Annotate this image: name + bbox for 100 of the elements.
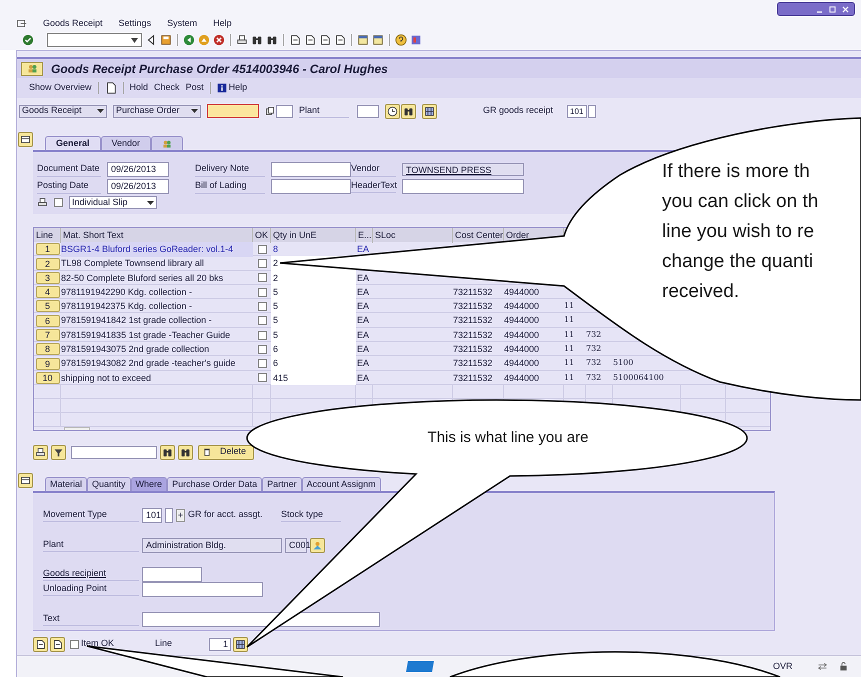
slip-checkbox[interactable] — [54, 198, 63, 207]
ok-checkbox[interactable] — [258, 273, 266, 282]
menu-item[interactable]: System — [167, 16, 198, 30]
column-header[interactable]: OK — [255, 230, 268, 240]
toolbar-button[interactable]: Check — [154, 81, 180, 95]
ok-checkbox[interactable] — [258, 344, 266, 354]
lock-icon[interactable] — [838, 661, 849, 672]
movement-type-field[interactable]: 101 — [142, 508, 162, 522]
quantity-value[interactable]: 5 — [273, 315, 278, 326]
window-icon[interactable] — [372, 34, 384, 46]
print-icon[interactable] — [236, 34, 248, 46]
reference-dropdown[interactable]: Purchase Order — [113, 104, 201, 118]
detail-tab[interactable]: Account Assignm — [302, 477, 381, 491]
line-button[interactable]: 9 — [36, 358, 60, 370]
quantity-value[interactable]: 2 — [273, 272, 278, 283]
dropdown-arrow-icon[interactable] — [131, 38, 138, 42]
delivery-note-field[interactable] — [271, 162, 351, 177]
new-document-icon[interactable] — [104, 82, 117, 94]
arrows-icon[interactable] — [816, 661, 828, 672]
plant-name-field[interactable]: Administration Bldg. — [142, 538, 282, 552]
detail-tab[interactable]: Where — [130, 477, 168, 491]
date-field[interactable]: 09/26/2013 — [107, 162, 169, 177]
ok-checkbox[interactable] — [258, 288, 266, 297]
movement-type-field[interactable]: 101 — [567, 104, 588, 118]
ok-checkbox[interactable] — [258, 330, 266, 340]
column-header[interactable]: Cost Center — [455, 230, 504, 240]
copy-icon[interactable] — [265, 106, 275, 116]
page-icon[interactable] — [319, 34, 331, 46]
header-tab[interactable]: General — [45, 136, 101, 150]
transaction-dropdown[interactable]: Goods Receipt — [19, 104, 107, 118]
quantity-value[interactable]: 5 — [273, 330, 278, 340]
quantity-value[interactable]: 6 — [273, 344, 278, 354]
goods-recipient-field[interactable] — [142, 566, 202, 582]
quantity-value[interactable]: 8 — [273, 244, 278, 254]
window-icon[interactable] — [357, 34, 369, 46]
delete-button[interactable]: Delete — [198, 444, 254, 460]
ok-checkbox[interactable] — [258, 302, 266, 311]
toolbar-button[interactable]: Show Overview — [29, 81, 92, 95]
line-button[interactable]: 1 — [36, 243, 60, 256]
maximize-icon[interactable] — [828, 4, 837, 14]
line-button[interactable]: 5 — [36, 300, 60, 312]
column-header[interactable]: Line — [36, 230, 54, 240]
toolbar-button[interactable]: Help — [216, 81, 248, 95]
binoculars-icon[interactable] — [251, 34, 263, 46]
dropdown-arrow-icon[interactable] — [191, 109, 198, 113]
layout-icon[interactable] — [410, 34, 422, 46]
line-button[interactable]: 7 — [36, 329, 60, 342]
plant-field[interactable] — [357, 104, 379, 118]
binoculars-icon[interactable] — [266, 34, 278, 46]
ok-checkbox[interactable] — [258, 259, 266, 268]
line-button[interactable]: 3 — [36, 272, 60, 284]
detail-tab[interactable]: Partner — [262, 477, 302, 491]
system-menu-button[interactable] — [21, 62, 43, 76]
dropdown-arrow-icon[interactable] — [147, 200, 154, 204]
column-header[interactable]: Mat. Short Text — [63, 230, 124, 240]
menu-item[interactable]: Goods Receipt — [43, 16, 103, 30]
quantity-value[interactable]: 5 — [273, 286, 278, 297]
back-triangle-icon[interactable] — [145, 34, 157, 46]
item-ok-checkbox[interactable] — [70, 640, 79, 648]
quantity-value[interactable]: 415 — [273, 372, 288, 383]
line-button[interactable]: 6 — [36, 314, 60, 327]
menu-icon[interactable] — [16, 18, 27, 29]
slip-type-dropdown[interactable]: Individual Slip — [69, 196, 157, 209]
detail-tab[interactable]: Material — [45, 477, 88, 491]
column-header[interactable]: SLoc — [375, 230, 396, 240]
ok-checkbox[interactable] — [258, 316, 266, 326]
line-button[interactable]: 4 — [36, 286, 60, 298]
column-header[interactable]: Qty in UnE — [273, 230, 317, 240]
movement-extra-field[interactable] — [588, 104, 596, 118]
window-controls[interactable] — [777, 2, 855, 16]
toolbar-button[interactable]: Post — [186, 81, 204, 95]
vendor-field[interactable]: TOWNSEND PRESS — [402, 162, 524, 176]
unloading-point-field[interactable] — [142, 582, 263, 596]
page-icon[interactable] — [304, 34, 316, 46]
text-field[interactable] — [142, 612, 380, 626]
quantity-value[interactable]: 2 — [273, 258, 278, 268]
trash-icon[interactable] — [202, 447, 212, 457]
item-field[interactable] — [276, 104, 293, 118]
quantity-value[interactable]: 6 — [273, 358, 278, 368]
toolbar-button[interactable]: Hold — [130, 81, 148, 95]
header-tab[interactable] — [151, 136, 184, 150]
command-field[interactable] — [47, 33, 142, 47]
header-text-field[interactable] — [402, 178, 524, 194]
document-number-field[interactable] — [207, 104, 259, 118]
header-tab[interactable]: Vendor — [100, 136, 152, 150]
line-button[interactable]: 8 — [36, 343, 60, 356]
save-icon[interactable] — [160, 34, 172, 46]
menu-item[interactable]: Settings — [118, 16, 152, 30]
dropdown-arrow-icon[interactable] — [97, 109, 104, 113]
help-icon[interactable] — [395, 34, 407, 46]
info-icon[interactable] — [216, 83, 227, 93]
date-field[interactable]: 09/26/2013 — [107, 179, 169, 194]
column-header[interactable]: E... — [358, 230, 372, 240]
line-button[interactable]: 2 — [36, 258, 60, 270]
plus-button[interactable]: + — [176, 508, 185, 522]
special-stock-field[interactable] — [165, 508, 173, 522]
page-icon[interactable] — [289, 34, 301, 46]
column-header[interactable]: Order — [506, 230, 530, 240]
line-button[interactable]: 10 — [36, 372, 60, 384]
quantity-value[interactable]: 5 — [273, 301, 278, 312]
